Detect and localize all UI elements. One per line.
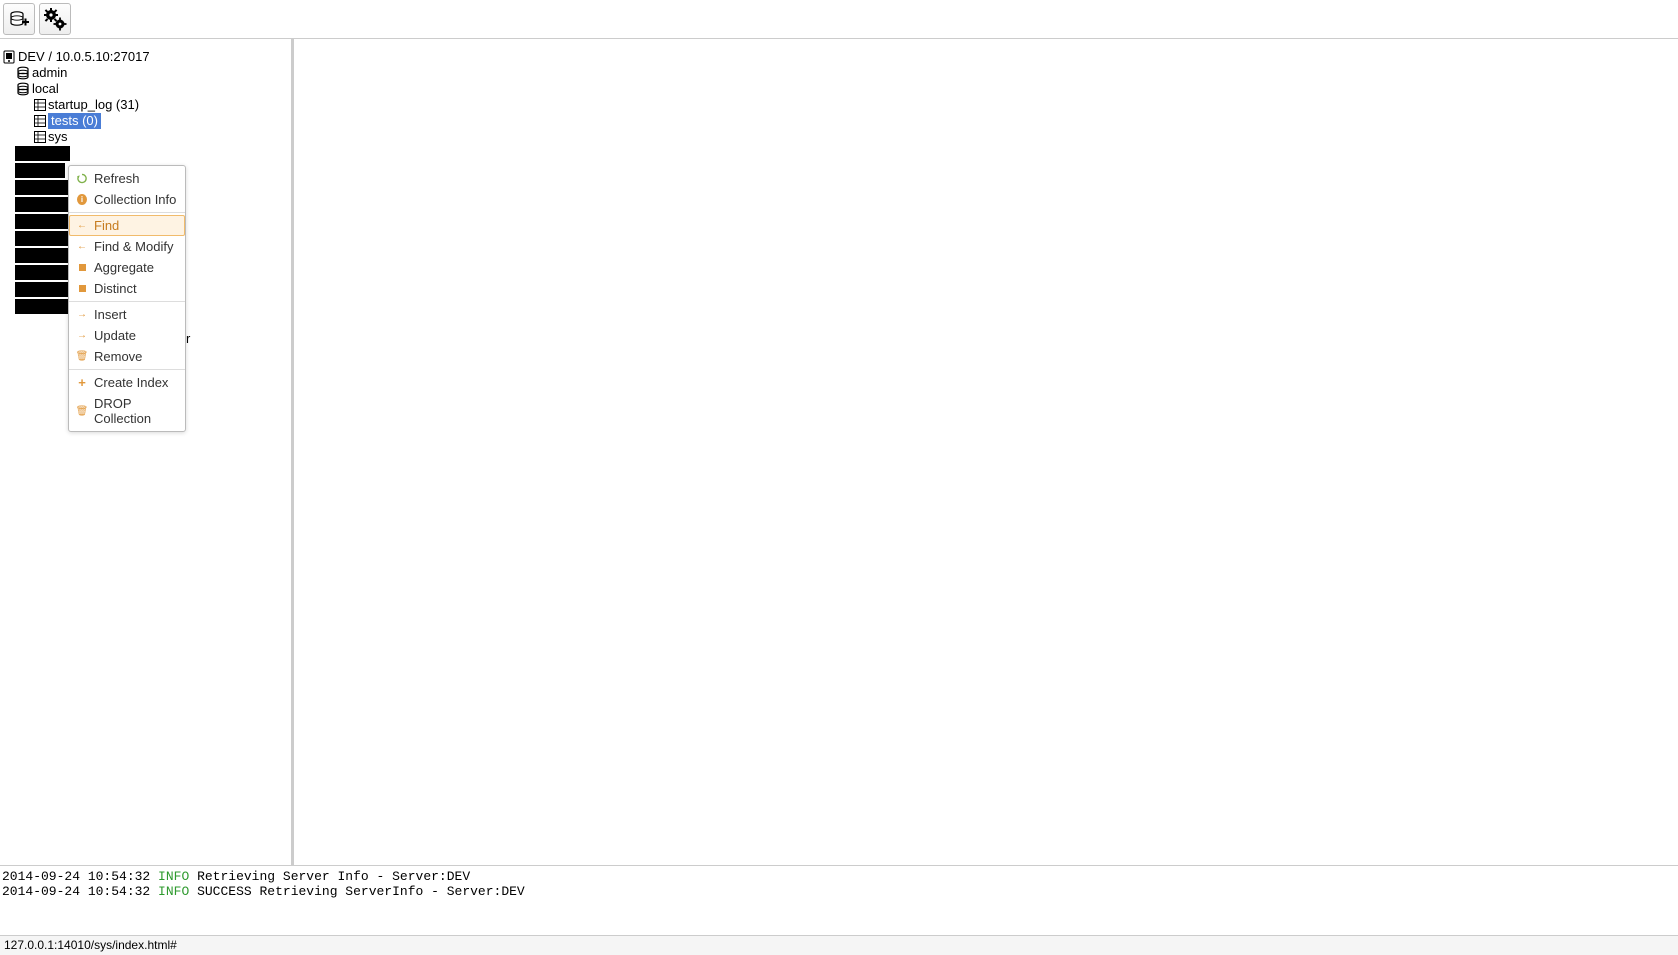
square-icon (77, 263, 87, 273)
arrow-right-icon: → (77, 331, 87, 341)
log-message: SUCCESS Retrieving ServerInfo - Server:D… (197, 884, 525, 899)
menu-item-update[interactable]: → Update (69, 325, 185, 346)
redacted-tree-item[interactable] (15, 265, 70, 280)
redacted-tree-item[interactable] (15, 146, 70, 161)
tree-collection-selected[interactable]: tests (0) (0, 113, 291, 129)
menu-remove-label: Remove (94, 349, 142, 364)
info-icon: i (77, 195, 87, 205)
menu-item-refresh[interactable]: Refresh (69, 168, 185, 189)
log-time: 2014-09-24 10:54:32 (2, 869, 150, 884)
collection-context-menu: Refresh i Collection Info ← Find ← Find … (68, 165, 186, 432)
partial-visible-char: r (186, 331, 190, 346)
refresh-icon (77, 174, 87, 184)
content-area (294, 39, 1678, 865)
redacted-tree-item[interactable] (15, 299, 70, 314)
tree-db-local[interactable]: local (0, 81, 291, 97)
tree-server-label: DEV / 10.0.5.10:27017 (18, 49, 150, 66)
collection-selected-label: tests (0) (48, 113, 101, 130)
log-level: INFO (158, 869, 189, 884)
menu-item-drop-collection[interactable]: 🗑 DROP Collection (69, 393, 185, 429)
trash-icon: 🗑 (77, 352, 87, 362)
tree-db-admin-label: admin (32, 65, 67, 82)
menu-item-find-modify[interactable]: ← Find & Modify (69, 236, 185, 257)
menu-item-aggregate[interactable]: Aggregate (69, 257, 185, 278)
menu-find-modify-label: Find & Modify (94, 239, 173, 254)
menu-refresh-label: Refresh (94, 171, 140, 186)
log-panel: 2014-09-24 10:54:32 INFO Retrieving Serv… (0, 865, 1678, 935)
collection-icon (34, 99, 46, 111)
tree-collection-startup-log[interactable]: startup_log (31) (0, 97, 291, 113)
redacted-tree-item[interactable] (15, 282, 70, 297)
menu-item-remove[interactable]: 🗑 Remove (69, 346, 185, 367)
arrow-right-icon: → (77, 310, 87, 320)
redacted-tree-item[interactable] (15, 214, 70, 229)
menu-distinct-label: Distinct (94, 281, 137, 296)
menu-item-find[interactable]: ← Find (69, 215, 185, 236)
arrow-left-icon: ← (77, 221, 87, 231)
sidebar-tree: DEV / 10.0.5.10:27017 admin local (0, 39, 294, 865)
menu-drop-collection-label: DROP Collection (94, 396, 177, 426)
tree-db-admin[interactable]: admin (0, 65, 291, 81)
tree-db-local-label: local (32, 81, 59, 98)
status-bar: 127.0.0.1:14010/sys/index.html# (0, 935, 1678, 955)
disk-icon (2, 50, 16, 64)
log-line: 2014-09-24 10:54:32 INFO SUCCESS Retriev… (2, 885, 1676, 900)
gears-icon (43, 7, 67, 31)
redacted-tree-item[interactable] (15, 231, 70, 246)
tree-collection-sys[interactable]: sys (0, 129, 291, 145)
add-connection-icon (8, 8, 30, 30)
plus-icon: + (77, 378, 87, 388)
arrow-left-icon: ← (77, 242, 87, 252)
toolbar (0, 0, 1678, 39)
log-time: 2014-09-24 10:54:32 (2, 884, 150, 899)
menu-update-label: Update (94, 328, 136, 343)
menu-collection-info-label: Collection Info (94, 192, 176, 207)
redacted-tree-item[interactable] (15, 197, 68, 212)
status-text: 127.0.0.1:14010/sys/index.html# (4, 938, 177, 952)
menu-create-index-label: Create Index (94, 375, 168, 390)
collection-startup-log-label: startup_log (31) (48, 97, 139, 114)
trash-icon: 🗑 (77, 406, 87, 416)
database-icon (16, 66, 30, 80)
collection-sys-label: sys (48, 129, 68, 146)
log-message: Retrieving Server Info - Server:DEV (197, 869, 470, 884)
redacted-tree-item[interactable] (15, 248, 70, 263)
log-line: 2014-09-24 10:54:32 INFO Retrieving Serv… (2, 870, 1676, 885)
menu-find-label: Find (94, 218, 119, 233)
menu-insert-label: Insert (94, 307, 127, 322)
collection-icon (34, 131, 46, 143)
menu-item-create-index[interactable]: + Create Index (69, 372, 185, 393)
redacted-tree-item[interactable] (15, 180, 68, 195)
redacted-tree-item[interactable] (15, 163, 65, 178)
menu-item-distinct[interactable]: Distinct (69, 278, 185, 299)
menu-item-insert[interactable]: → Insert (69, 304, 185, 325)
tree-server-node[interactable]: DEV / 10.0.5.10:27017 (0, 49, 291, 65)
database-icon (16, 82, 30, 96)
square-icon (77, 284, 87, 294)
settings-button[interactable] (39, 3, 71, 35)
collection-icon (34, 115, 46, 127)
menu-item-collection-info[interactable]: i Collection Info (69, 189, 185, 210)
add-connection-button[interactable] (3, 3, 35, 35)
log-level: INFO (158, 884, 189, 899)
menu-aggregate-label: Aggregate (94, 260, 154, 275)
